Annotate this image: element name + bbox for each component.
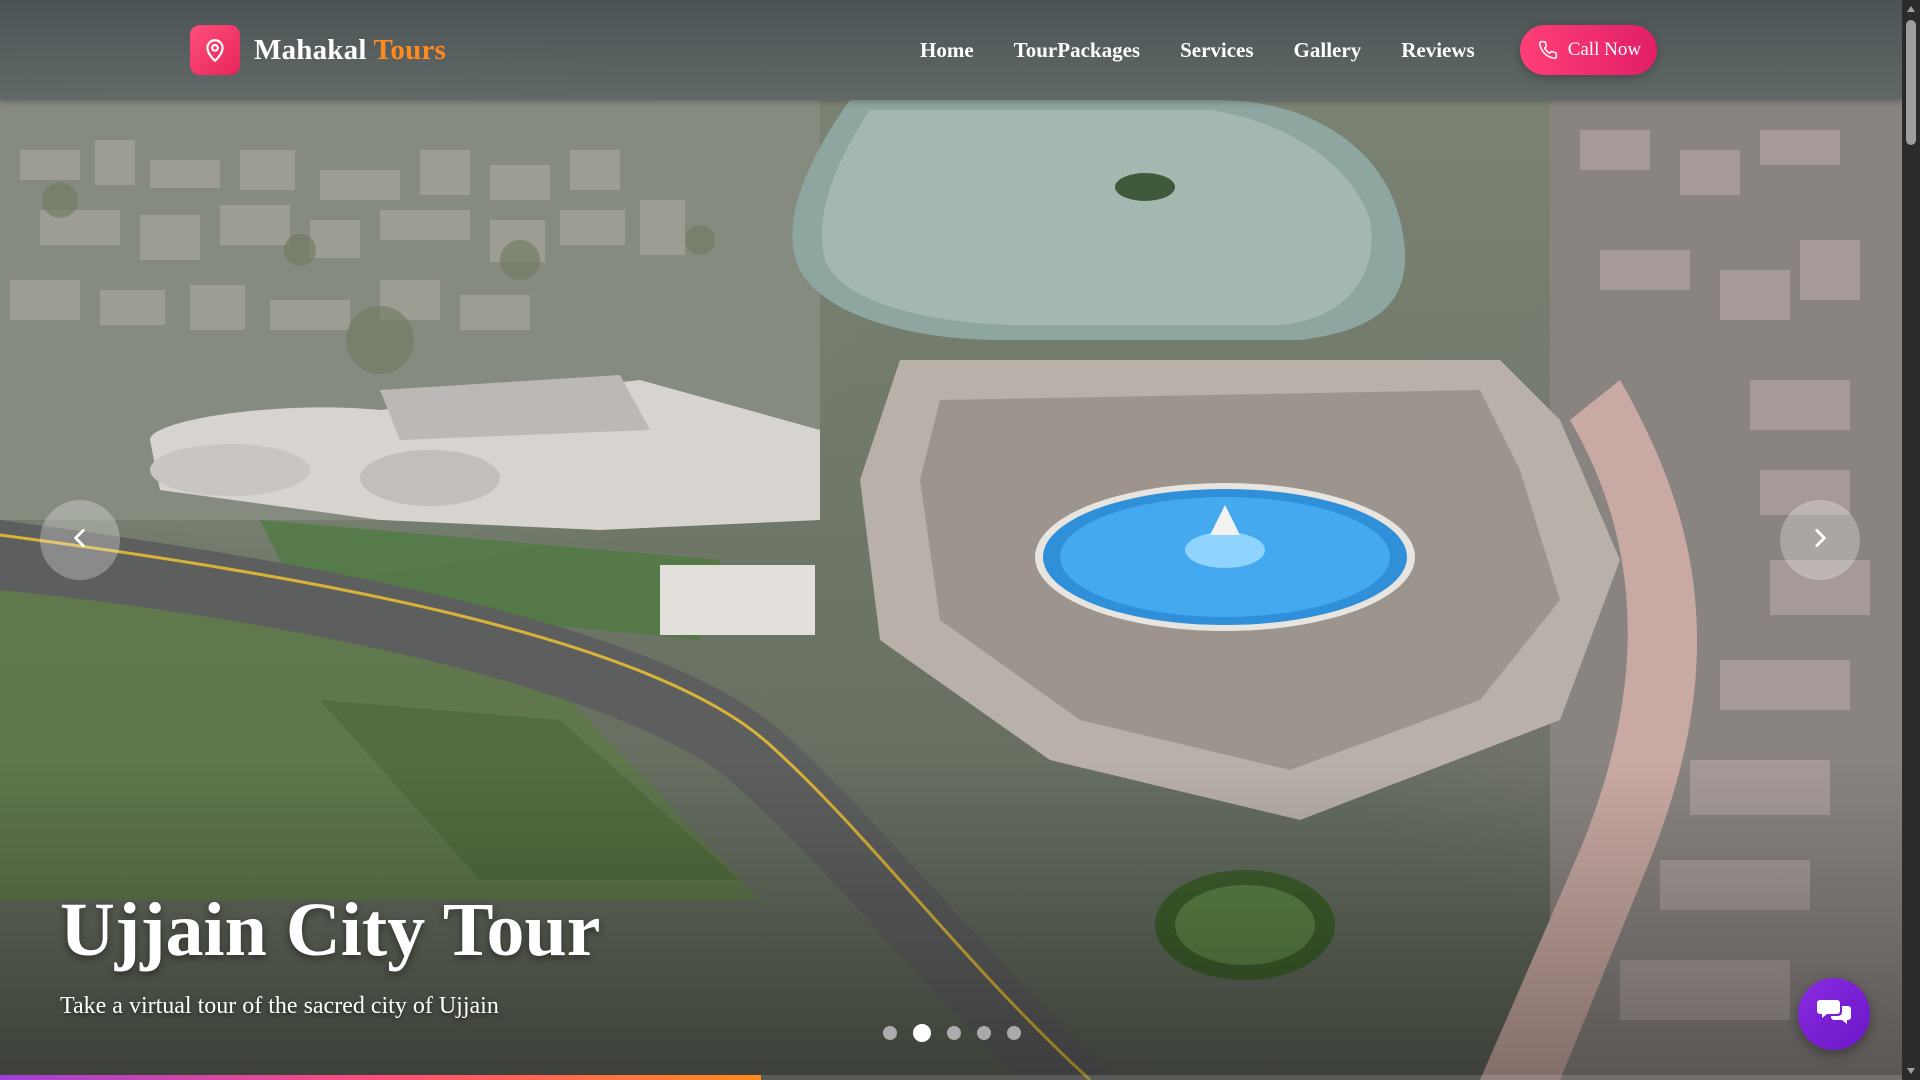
map-pin-icon [190, 25, 240, 75]
nav-link-services[interactable]: Services [1180, 38, 1253, 63]
scrollbar-thumb[interactable] [1906, 20, 1916, 145]
scroll-down-icon[interactable] [1902, 1062, 1920, 1080]
nav-link-gallery[interactable]: Gallery [1294, 38, 1362, 63]
slider-dot-5[interactable] [1007, 1026, 1021, 1040]
chevron-right-icon [1807, 525, 1833, 556]
site-header: Mahakal Tours Home TourPackages Services… [0, 0, 1902, 100]
slide-subtitle: Take a virtual tour of the sacred city o… [60, 993, 499, 1019]
chat-button[interactable] [1798, 978, 1870, 1050]
slider-dot-4[interactable] [977, 1026, 991, 1040]
phone-icon [1538, 40, 1558, 60]
slide-caption: Ujjain City Tour Take a virtual tour of … [60, 885, 601, 1020]
nav-link-home[interactable]: Home [920, 38, 974, 63]
brand-logo[interactable]: Mahakal Tours [190, 25, 446, 75]
slider-dot-3[interactable] [947, 1026, 961, 1040]
slider-prev-button[interactable] [40, 500, 120, 580]
slide-progress-fill [0, 1075, 761, 1080]
chat-bubbles-icon [1817, 997, 1851, 1032]
slider-dot-1[interactable] [883, 1026, 897, 1040]
chevron-left-icon [67, 525, 93, 556]
nav-link-tour-packages[interactable]: TourPackages [1014, 38, 1140, 63]
slide-progress-bar [0, 1075, 1902, 1080]
nav-link-reviews[interactable]: Reviews [1401, 38, 1474, 63]
call-now-button[interactable]: Call Now [1519, 25, 1658, 75]
scroll-up-icon[interactable] [1902, 0, 1920, 18]
slider-dots [883, 1024, 1037, 1042]
brand-name: Mahakal Tours [254, 34, 446, 67]
brand-name-accent: Tours [373, 33, 446, 66]
slide-title: Ujjain City Tour [60, 888, 601, 972]
slider-next-button[interactable] [1780, 500, 1860, 580]
call-now-label: Call Now [1567, 39, 1642, 60]
page: Mahakal Tours Home TourPackages Services… [0, 0, 1920, 1080]
vertical-scrollbar[interactable] [1902, 0, 1920, 1080]
main-nav: Home TourPackages Services Gallery Revie… [920, 0, 1658, 100]
slider-dot-2[interactable] [913, 1024, 931, 1042]
brand-name-main: Mahakal [254, 33, 367, 66]
